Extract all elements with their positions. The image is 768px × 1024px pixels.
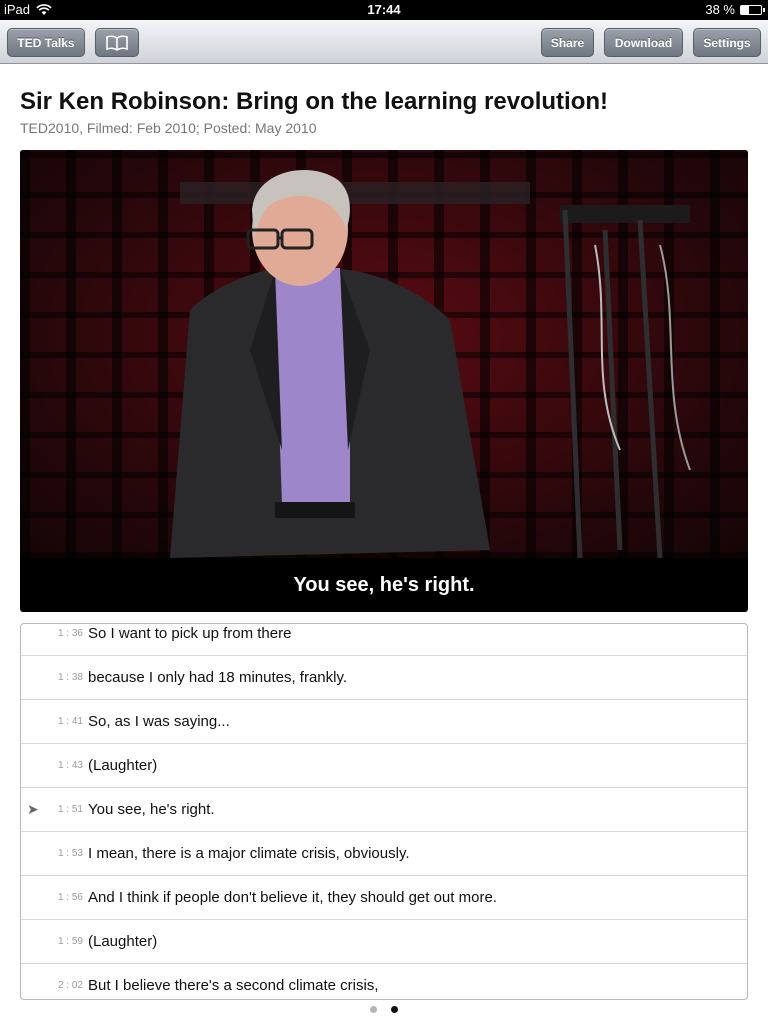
talk-meta: TED2010, Filmed: Feb 2010; Posted: May 2… (20, 120, 317, 136)
battery-percent: 38 % (705, 2, 735, 17)
page-control[interactable] (0, 1006, 768, 1013)
transcript-time: 1 : 56 (57, 892, 83, 903)
transcript-time: 1 : 36 (57, 628, 83, 639)
ted-talks-label: TED Talks (17, 35, 75, 50)
transcript-text: You see, he's right. (88, 801, 215, 818)
clock: 17:44 (367, 2, 401, 17)
transcript-time: 1 : 51 (57, 804, 83, 815)
toolbar: TED Talks Share Download Settings (0, 20, 768, 64)
transcript-row[interactable]: 1 : 36 So I want to pick up from there (21, 624, 747, 656)
transcript-row[interactable]: 1 : 43 (Laughter) (21, 744, 747, 788)
transcript-text: But I believe there's a second climate c… (88, 977, 379, 994)
settings-button[interactable]: Settings (693, 28, 761, 57)
transcript-text: (Laughter) (88, 757, 158, 774)
settings-label: Settings (703, 35, 751, 50)
ted-talks-button[interactable]: TED Talks (7, 28, 85, 57)
transcript-time: 1 : 41 (57, 716, 83, 727)
speaker-figure (170, 170, 691, 558)
transcript-row[interactable]: 1 : 59 (Laughter) (21, 920, 747, 964)
page-dot[interactable] (370, 1006, 377, 1013)
transcript-time: 1 : 38 (57, 672, 83, 683)
status-right: 38 % (705, 2, 765, 17)
share-button[interactable]: Share (541, 28, 594, 57)
transcript-text: I mean, there is a major climate crisis,… (88, 845, 410, 862)
transcript-row[interactable]: 2 : 02 But I believe there's a second cli… (21, 964, 747, 999)
transcript-time: 1 : 43 (57, 760, 83, 771)
transcript-row[interactable]: 1 : 41 So, as I was saying... (21, 700, 747, 744)
transcript-time: 1 : 53 (57, 848, 83, 859)
transcript-list[interactable]: 1 : 36 So I want to pick up from there 1 :… (20, 623, 748, 1000)
book-icon (106, 35, 128, 51)
transcript-row[interactable]: 1 : 38 because I only had 18 minutes, fra… (21, 656, 747, 700)
talk-title: Sir Ken Robinson: Bring on the learning … (20, 88, 608, 115)
transcript-time: 1 : 59 (57, 936, 83, 947)
download-button[interactable]: Download (604, 28, 683, 57)
video-frame[interactable] (20, 150, 748, 558)
battery-icon (740, 4, 765, 15)
video-player[interactable]: You see, he's right. (20, 150, 748, 612)
transcript-text: So, as I was saying... (88, 713, 230, 730)
download-label: Download (614, 35, 673, 50)
transcript-text: (Laughter) (88, 933, 158, 950)
play-marker-icon: ➤ (27, 801, 39, 817)
transcript-time: 2 : 02 (57, 980, 83, 991)
page-dot[interactable] (391, 1006, 398, 1013)
status-bar: iPad 17:44 38 % (0, 0, 768, 20)
video-caption: You see, he's right. (293, 574, 475, 596)
transcript-text: And I think if people don't believe it, … (88, 889, 497, 906)
transcript-row-current[interactable]: ➤ 1 : 51 You see, he's right. (21, 788, 747, 832)
transcript-text: because I only had 18 minutes, frankly. (88, 669, 348, 686)
transcript-row[interactable]: 1 : 56 And I think if people don't believ… (21, 876, 747, 920)
share-label: Share (550, 35, 585, 50)
bookmarks-button[interactable] (95, 28, 139, 57)
battery-fill (741, 5, 749, 14)
transcript-text: So I want to pick up from there (88, 625, 292, 642)
transcript-row[interactable]: 1 : 53 I mean, there is a major climate c… (21, 832, 747, 876)
